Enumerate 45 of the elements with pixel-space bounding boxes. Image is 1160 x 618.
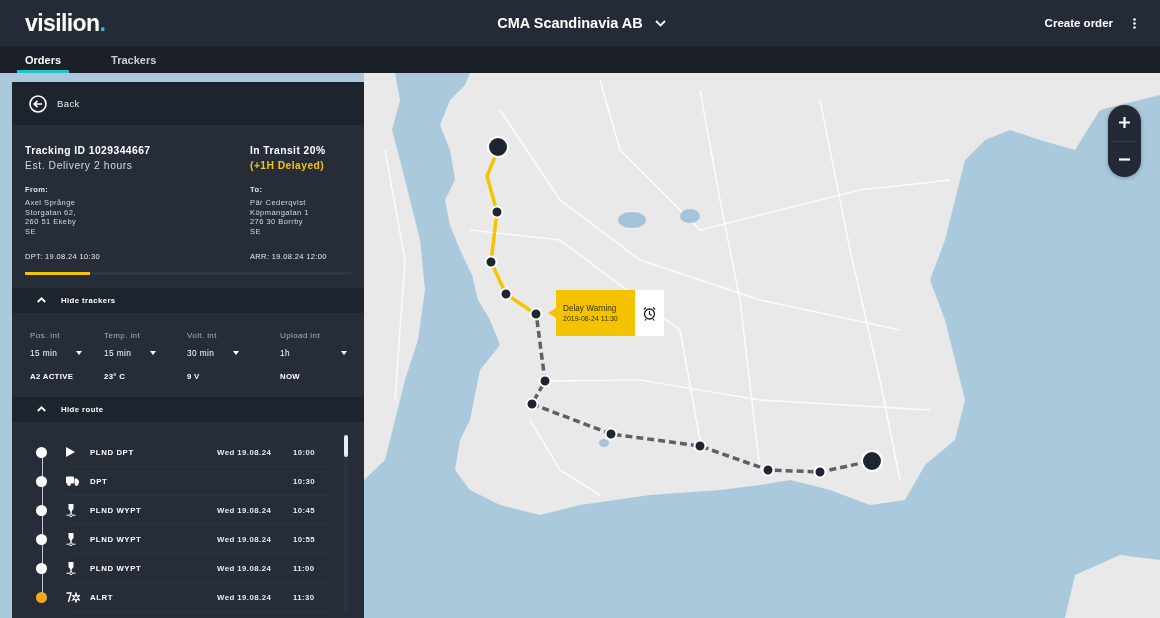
truck-icon <box>66 476 79 487</box>
interval-label: Temp. int <box>104 329 142 341</box>
interval-label: Volt. int <box>187 329 218 341</box>
chevron-down-icon <box>654 19 666 27</box>
plus-icon <box>1119 117 1130 129</box>
tab[interactable]: Trackers <box>103 46 165 73</box>
pin-icon <box>66 532 76 546</box>
route-marker-icon <box>525 397 539 411</box>
scrollbar-thumb[interactable] <box>344 434 348 457</box>
interval-dropdown[interactable]: 15 min <box>30 345 82 360</box>
back-button[interactable]: Back <box>29 94 80 113</box>
alarm-clock-icon[interactable] <box>635 290 664 336</box>
interval-dropdown[interactable]: 15 min <box>104 345 156 360</box>
route-marker-icon <box>813 465 827 479</box>
starburst-icon <box>66 591 80 603</box>
caret-icon <box>76 350 82 355</box>
caret-icon <box>150 350 156 355</box>
minus-icon <box>1119 157 1130 161</box>
interval-dropdown[interactable]: 30 min <box>187 345 239 360</box>
logo: visilion. <box>25 9 106 37</box>
more-button[interactable] <box>1131 15 1138 31</box>
delay-status: (+1H Delayed) <box>250 159 326 173</box>
interval-label: Upload int <box>280 329 322 341</box>
tracking-id: Tracking ID 1029344667 <box>25 144 152 158</box>
route-marker-icon <box>490 205 504 219</box>
lake <box>618 212 646 228</box>
route-marker-icon <box>604 427 618 441</box>
interval-dropdown[interactable]: 1h <box>280 345 347 360</box>
create-order-button[interactable]: Create order <box>1044 13 1113 33</box>
delivery-estimate: Est. Delivery 2 hours <box>25 159 134 173</box>
popup-title: Delay Warning <box>563 302 618 314</box>
transit-status: In Transit 20% <box>250 144 327 158</box>
pin-icon <box>66 503 76 517</box>
lake <box>680 209 700 223</box>
play-icon <box>66 447 75 458</box>
route-marker-icon <box>484 255 498 269</box>
caret-icon <box>233 350 239 355</box>
pin-icon <box>66 561 76 575</box>
lake <box>599 439 609 447</box>
route-marker-icon <box>499 287 513 301</box>
company-dropdown[interactable]: CMA Scandinavia AB <box>497 11 666 35</box>
caret-icon <box>341 350 347 355</box>
route-marker-icon <box>529 307 543 321</box>
interval-label: Pos. int <box>30 329 61 341</box>
more-icon <box>1133 17 1136 29</box>
